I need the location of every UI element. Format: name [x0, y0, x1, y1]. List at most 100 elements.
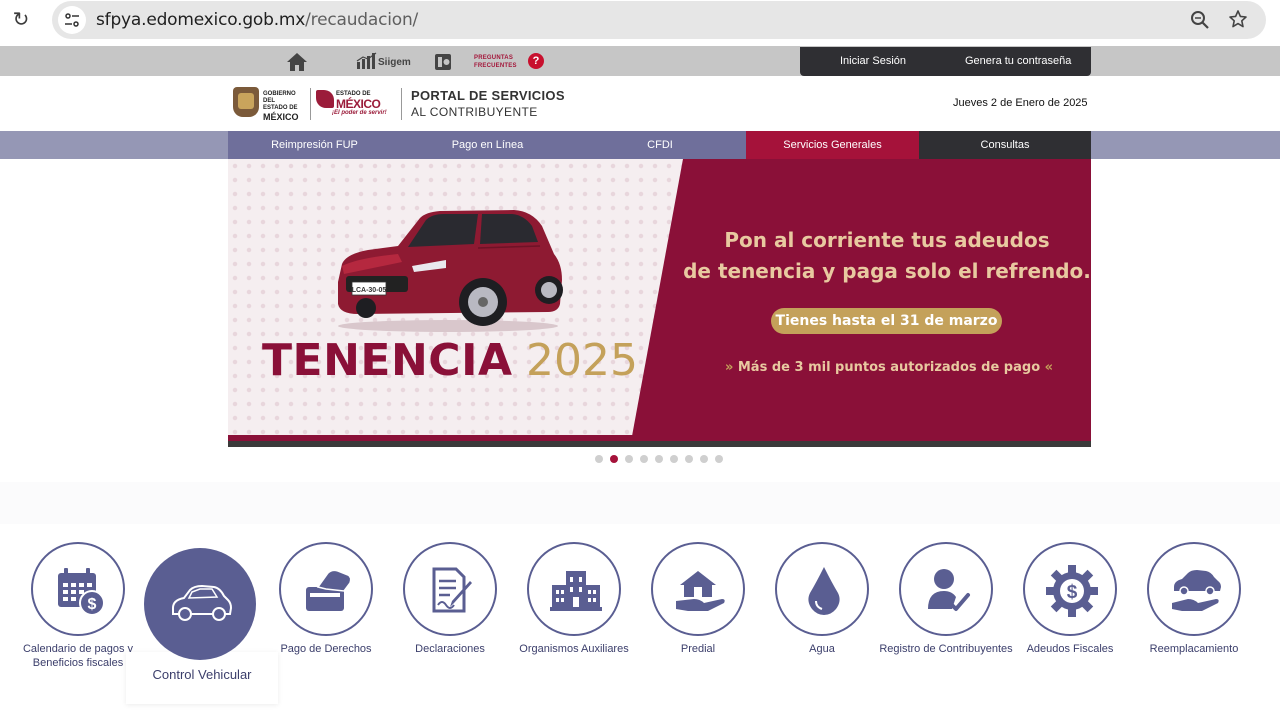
faq-link[interactable]: PREGUNTAS FRECUENTES ?: [474, 52, 554, 72]
service-icon-ring: [144, 548, 256, 660]
gob-line2: ESTADO DE: [263, 105, 298, 111]
calculator-icon[interactable]: [434, 53, 452, 76]
banner-base-stripe-dark: [228, 441, 1091, 447]
card-payment-icon: [306, 569, 352, 611]
current-date: Jueves 2 de Enero de 2025: [953, 97, 1088, 109]
license-plate-text: LCA-30-05: [352, 287, 387, 294]
site-header: GOBIERNO DEL ESTADO DE MÉXICO ESTADO DE MÉ…: [0, 76, 1280, 132]
banner-title-word: TENENCIA: [262, 335, 513, 386]
carousel-dot[interactable]: [625, 455, 633, 463]
nav-consultas[interactable]: Consultas: [919, 131, 1091, 159]
gob-line3: MÉXICO: [263, 112, 299, 122]
service-icon-ring: $: [31, 542, 125, 636]
building-icon: [550, 571, 602, 611]
nav-servicios-generales[interactable]: Servicios Generales: [746, 131, 919, 159]
service-label: Reemplacamiento: [1149, 643, 1239, 655]
house-hand-icon: [676, 571, 725, 611]
gear-dollar-icon: $: [1046, 565, 1098, 617]
chevron-right-icon: »: [724, 360, 734, 375]
site-info-icon[interactable]: [58, 6, 86, 34]
coat-of-arms-icon: [233, 87, 259, 117]
zoom-icon[interactable]: [1190, 10, 1210, 35]
auth-box: Iniciar Sesión Genera tu contraseña: [800, 47, 1091, 76]
service-label: Organismos Auxiliares: [519, 643, 629, 655]
chevron-left-icon: «: [1044, 360, 1054, 375]
promo-line2: de tenencia y paga solo el refrendo.: [683, 259, 1091, 283]
service-icon-ring: [651, 542, 745, 636]
document-sign-icon: [432, 567, 472, 613]
edomex-logo[interactable]: ESTADO DE MÉXICO ¡El poder de servir!: [316, 88, 396, 120]
reload-icon[interactable]: ↻: [10, 8, 32, 30]
edo-slogan: ¡El poder de servir!: [332, 110, 387, 116]
banner-title-year: 2025: [526, 335, 638, 386]
calendar-dollar-icon: $: [58, 568, 105, 616]
service-icon-ring: [527, 542, 621, 636]
banner-points: » Más de 3 mil puntos autorizados de pag…: [714, 360, 1064, 375]
svg-text:$: $: [1067, 582, 1078, 603]
main-nav: Reimpresión FUP Pago en Línea CFDI Servi…: [0, 131, 1280, 159]
carousel-dot[interactable]: [715, 455, 723, 463]
nav-cfdi[interactable]: CFDI: [574, 131, 746, 159]
service-icon-ring: [279, 542, 373, 636]
edomex-mark-icon: [316, 90, 334, 108]
user-check-icon: [928, 569, 970, 611]
carousel-dot[interactable]: [700, 455, 708, 463]
svg-text:$: $: [88, 596, 97, 613]
water-drop-icon: [808, 567, 840, 615]
points-text: Más de 3 mil puntos autorizados de pago: [737, 360, 1041, 375]
nav-reimpresion-fup[interactable]: Reimpresión FUP: [228, 131, 401, 159]
url-domain: sfpya.edomexico.gob.mx: [96, 10, 306, 30]
deadline-pill: Tienes hasta el 31 de marzo: [771, 308, 1002, 334]
url-path: /recaudacion/: [305, 10, 419, 30]
portal-subtitle: AL CONTRIBUYENTE: [411, 105, 538, 119]
browser-toolbar: ↻ sfpya.edomexico.gob.mx/recaudacion/: [0, 0, 1280, 40]
carousel-dot[interactable]: [595, 455, 603, 463]
address-bar[interactable]: sfpya.edomexico.gob.mx/recaudacion/: [52, 1, 1266, 39]
carousel-dot[interactable]: [655, 455, 663, 463]
faq-line2: FRECUENTES: [474, 63, 517, 69]
url-text: sfpya.edomexico.gob.mx/recaudacion/: [96, 10, 418, 30]
car-icon: [172, 584, 232, 621]
service-icon-ring: [1147, 542, 1241, 636]
bar-chart-icon: [356, 52, 377, 69]
promo-line1: Pon al corriente tus adeudos: [724, 228, 1050, 252]
service-icon-ring: [403, 542, 497, 636]
promo-banner[interactable]: LCA-30-05 TENENCIA 2025 Pon al corriente…: [228, 159, 1091, 447]
services-section: $ Calendario de pagos y Beneficios fisca…: [0, 524, 1280, 720]
carousel-indicators: [595, 455, 723, 463]
service-label: Declaraciones: [415, 643, 485, 655]
carousel-dot[interactable]: [610, 455, 618, 463]
siigem-link[interactable]: Siigem: [356, 52, 416, 72]
service-icon-ring: $: [1023, 542, 1117, 636]
carousel-dot[interactable]: [640, 455, 648, 463]
carousel-dot[interactable]: [670, 455, 678, 463]
service-icon-ring: [775, 542, 869, 636]
service-icon-ring: [899, 542, 993, 636]
government-logo[interactable]: GOBIERNO DEL ESTADO DE MÉXICO: [233, 87, 305, 122]
service-label: Predial: [680, 643, 716, 655]
bookmark-star-icon[interactable]: [1228, 9, 1248, 34]
section-divider: [0, 482, 1280, 524]
question-icon: ?: [528, 53, 544, 69]
carousel-dot[interactable]: [685, 455, 693, 463]
banner-promo-text: Pon al corriente tus adeudos de tenencia…: [683, 225, 1091, 287]
edo-line2: MÉXICO: [336, 97, 381, 111]
car-hand-icon: [1172, 570, 1221, 611]
logo-divider: [310, 88, 311, 120]
gob-line1: GOBIERNO DEL: [263, 91, 296, 104]
generate-password-link[interactable]: Genera tu contraseña: [965, 55, 1071, 67]
service-label: Adeudos Fiscales: [1026, 643, 1114, 655]
service-label: Agua: [809, 643, 835, 655]
nav-pago-en-linea[interactable]: Pago en Línea: [401, 131, 574, 159]
service-label: Pago de Derechos: [280, 643, 372, 655]
faq-label: PREGUNTAS FRECUENTES: [474, 54, 517, 70]
car-image: LCA-30-05: [338, 210, 563, 332]
service-label: Registro de Contribuyentes: [879, 643, 1013, 655]
home-icon[interactable]: [286, 52, 308, 77]
portal-title: PORTAL DE SERVICIOS: [411, 88, 565, 103]
login-link[interactable]: Iniciar Sesión: [840, 55, 906, 67]
faq-line1: PREGUNTAS: [474, 55, 514, 61]
logo-divider: [401, 88, 402, 120]
service-label: Control Vehicular: [152, 667, 252, 682]
siigem-label: Siigem: [378, 57, 411, 68]
